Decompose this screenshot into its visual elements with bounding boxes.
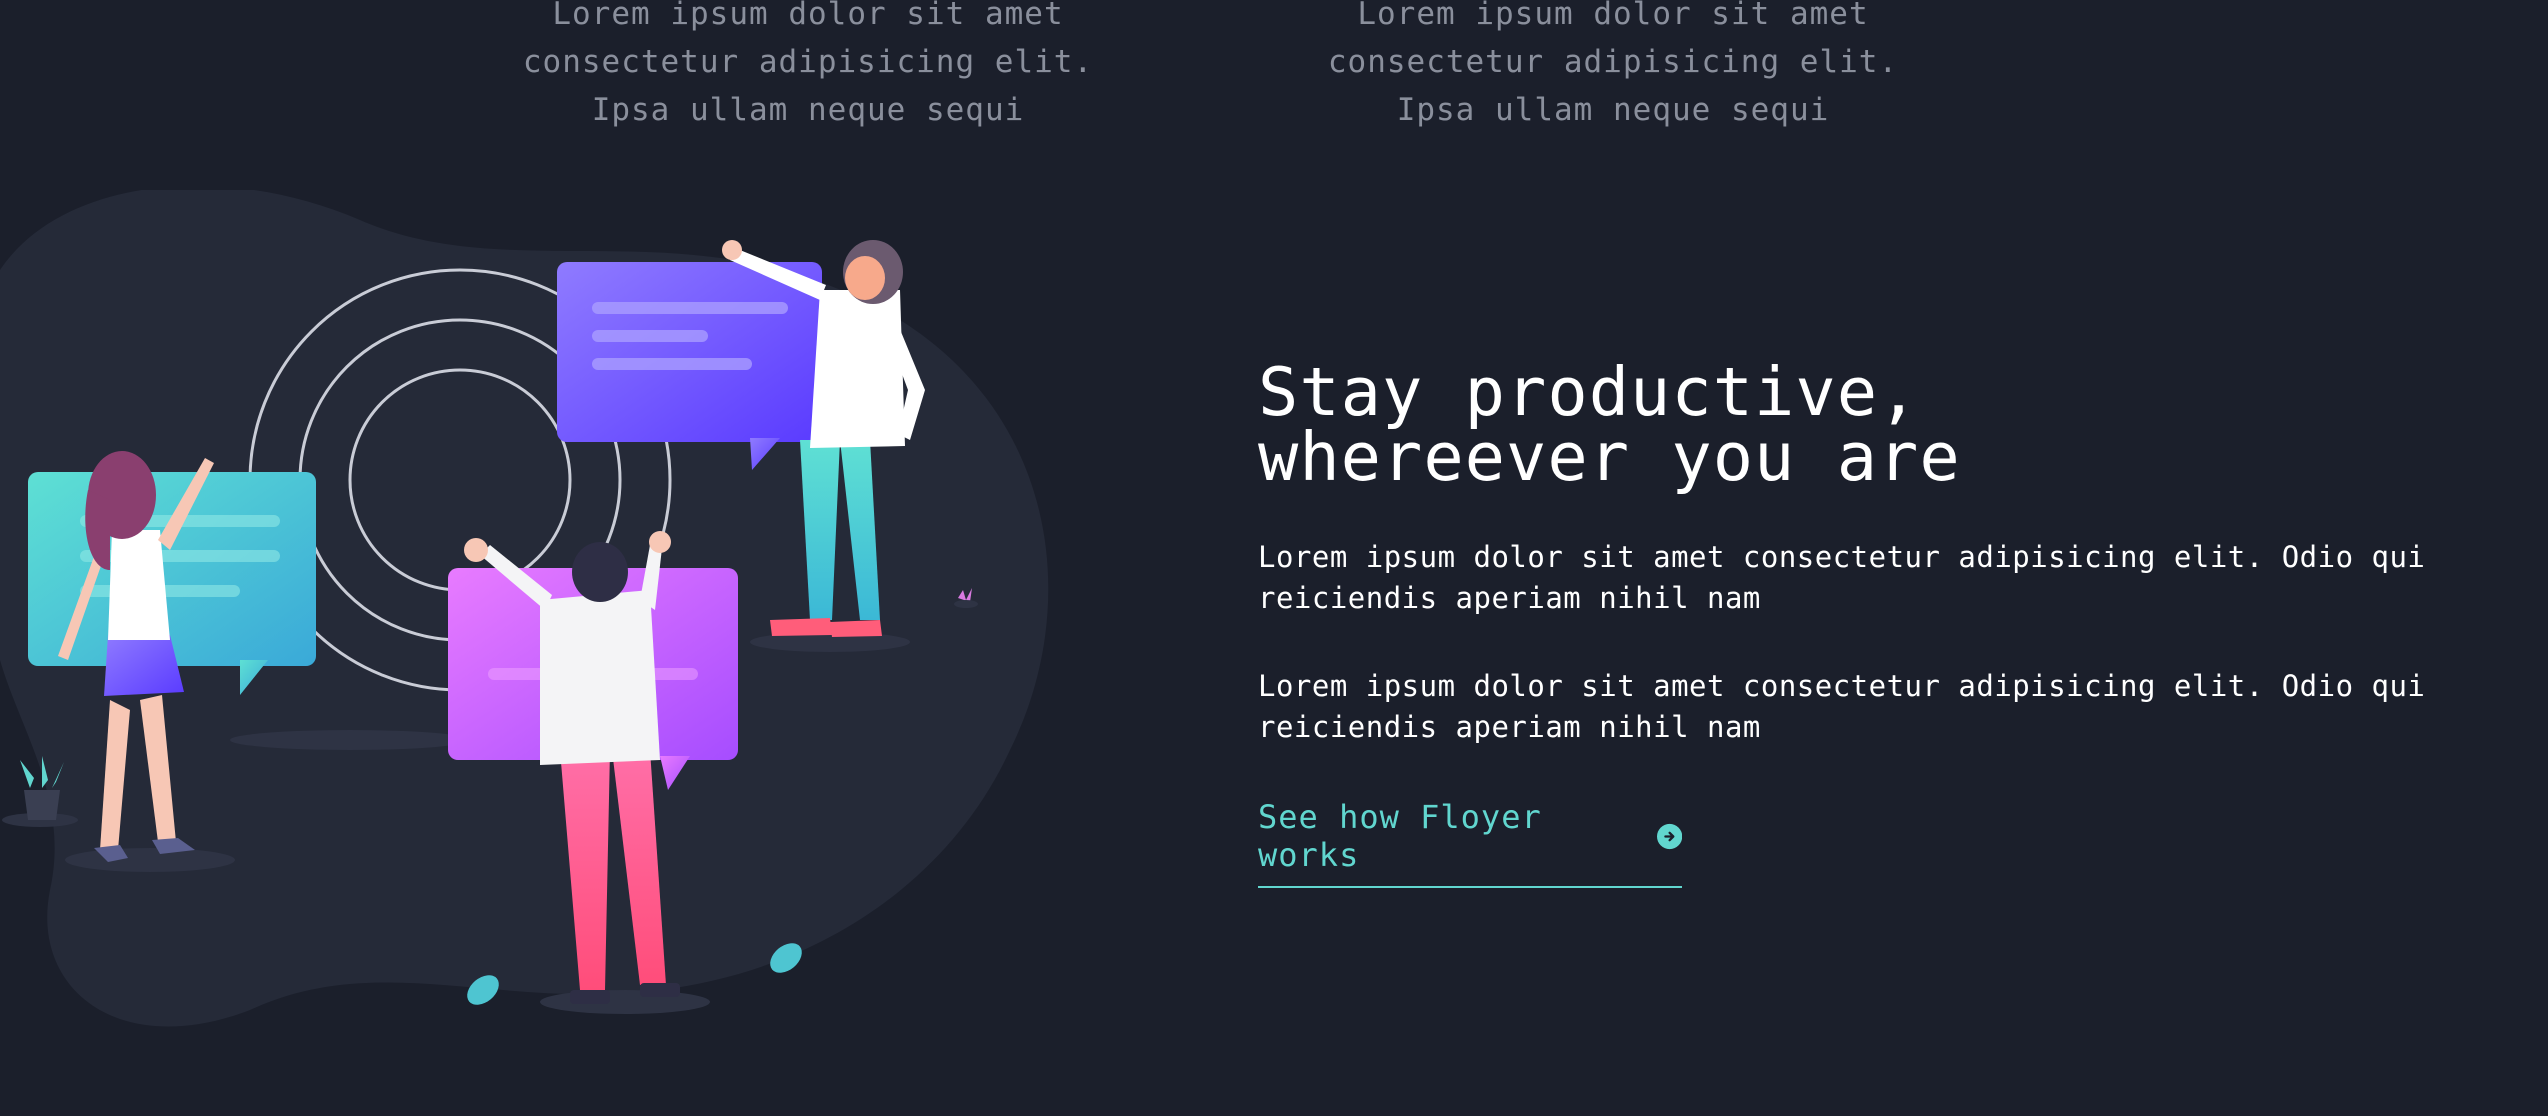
productive-illustration bbox=[0, 190, 1049, 1027]
see-how-link-label: See how Floyer works bbox=[1258, 798, 1542, 874]
arrow-circle-right-icon bbox=[1656, 823, 1682, 849]
feature-description-2: Lorem ipsum dolor sit amet consectetur a… bbox=[1327, 0, 1899, 128]
section-paragraph-1: Lorem ipsum dolor sit amet consectetur a… bbox=[1258, 540, 2426, 615]
chat-bubble-purple bbox=[557, 262, 822, 470]
section-paragraph-2: Lorem ipsum dolor sit amet consectetur a… bbox=[1258, 669, 2426, 744]
see-how-link[interactable]: See how Floyer works bbox=[1258, 798, 1682, 888]
productive-section: Stay productive, whereever you are Lorem… bbox=[1258, 353, 2528, 888]
headline-line-1: Stay productive, bbox=[1258, 353, 1920, 431]
headline-line-2: whereever you are bbox=[1258, 418, 1961, 496]
feature-description-1: Lorem ipsum dolor sit amet consectetur a… bbox=[522, 0, 1094, 128]
section-headline: Stay productive, whereever you are bbox=[1258, 353, 2528, 496]
